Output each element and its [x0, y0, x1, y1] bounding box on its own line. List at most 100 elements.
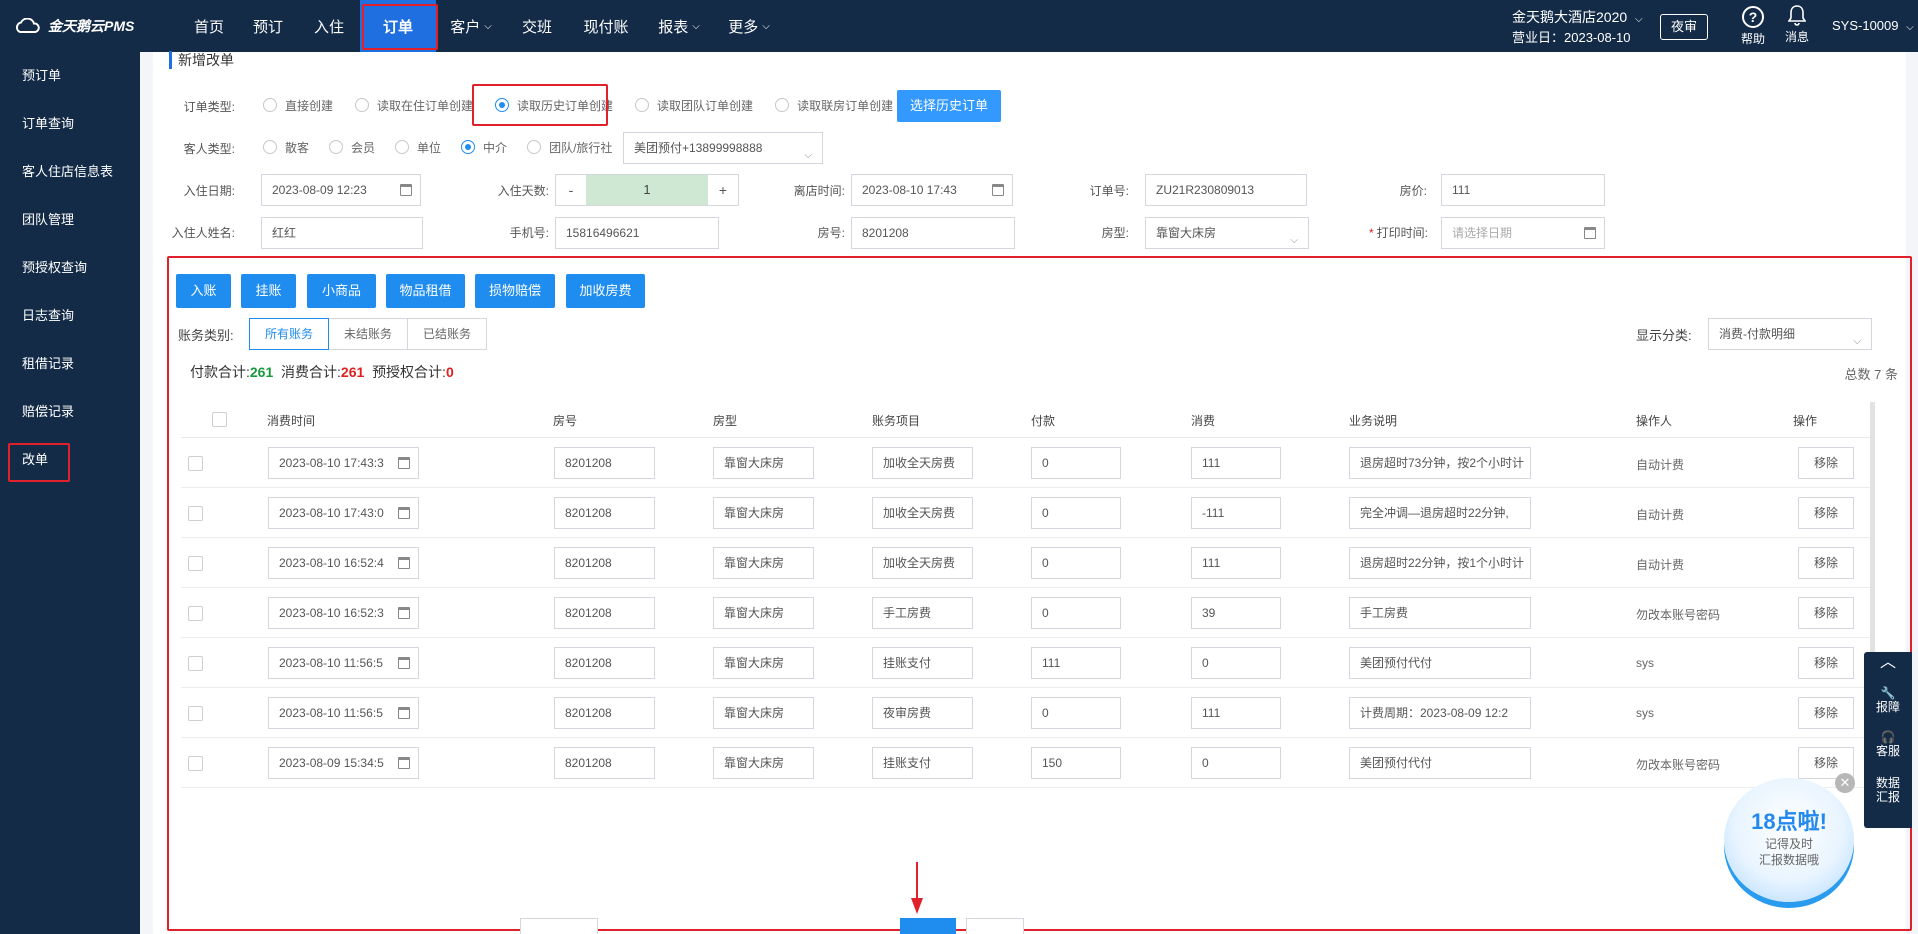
orderTypes-option-2[interactable]: 读取历史订单创建 [495, 97, 613, 114]
sidebar-item-5[interactable]: 日志查询 [0, 292, 140, 340]
nav-item-8[interactable]: 更多 ⌵ [714, 0, 784, 52]
sidebar-item-6[interactable]: 租借记录 [0, 340, 140, 388]
cell-item[interactable]: 加收全天房费 [872, 547, 973, 579]
data-report-button[interactable]: 数据汇报 [1864, 768, 1912, 812]
cell-item[interactable]: 挂账支付 [872, 747, 973, 779]
cell-room[interactable]: 8201208 [554, 747, 655, 779]
brand-logo[interactable]: 金天鹅云PMS [14, 16, 134, 36]
remove-button[interactable]: 移除 [1798, 447, 1854, 479]
cell-item[interactable]: 加收全天房费 [872, 497, 973, 529]
cell-item[interactable]: 加收全天房费 [872, 447, 973, 479]
cell-desc[interactable]: 退房超时73分钟，按2个小时计 [1349, 447, 1531, 479]
nav-item-6[interactable]: 现付账 [568, 0, 644, 52]
cell-pay[interactable]: 0 [1031, 447, 1121, 479]
cell-consume[interactable]: -111 [1191, 497, 1281, 529]
cell-desc[interactable]: 退房超时22分钟，按1个小时计 [1349, 547, 1531, 579]
nights-value[interactable]: 1 [586, 175, 708, 205]
cell-room[interactable]: 8201208 [554, 597, 655, 629]
cell-type[interactable]: 靠窗大床房 [713, 597, 814, 629]
cell-time[interactable]: 2023-08-10 17:43:0 [268, 497, 419, 529]
nav-item-0[interactable]: 首页 [180, 0, 238, 52]
cell-item[interactable]: 手工房费 [872, 597, 973, 629]
report-issue-button[interactable]: 🔧 报障 [1864, 680, 1912, 724]
orderTypes-option-0[interactable]: 直接创建 [263, 97, 333, 114]
footer-button-1[interactable] [520, 918, 598, 934]
remove-button[interactable]: 移除 [1798, 647, 1854, 679]
sidebar-item-4[interactable]: 预授权查询 [0, 244, 140, 292]
cell-time[interactable]: 2023-08-10 16:52:4 [268, 547, 419, 579]
remove-button[interactable]: 移除 [1798, 597, 1854, 629]
user-menu[interactable]: SYS-10009 ⌵ [1832, 18, 1914, 33]
cell-consume[interactable]: 0 [1191, 647, 1281, 679]
checkin-date-input[interactable]: 2023-08-09 12:23 [261, 174, 421, 206]
nav-item-5[interactable]: 交班 [506, 0, 568, 52]
nav-item-7[interactable]: 报表 ⌵ [644, 0, 714, 52]
toolbar-button-1[interactable]: 挂账 [241, 274, 296, 308]
cell-time[interactable]: 2023-08-09 15:34:5 [268, 747, 419, 779]
cell-consume[interactable]: 39 [1191, 597, 1281, 629]
cell-room[interactable]: 8201208 [554, 697, 655, 729]
guestTypes-option-0[interactable]: 散客 [263, 139, 309, 156]
cell-consume[interactable]: 111 [1191, 697, 1281, 729]
room-no-input[interactable]: 8201208 [851, 217, 1015, 249]
guestTypes-option-1[interactable]: 会员 [329, 139, 375, 156]
cell-time[interactable]: 2023-08-10 11:56:5 [268, 697, 419, 729]
guestTypes-option-2[interactable]: 单位 [395, 139, 441, 156]
sidebar-item-1[interactable]: 订单查询 [0, 100, 140, 148]
sidebar-item-2[interactable]: 客人住店信息表 [0, 148, 140, 196]
cell-desc[interactable]: 完全冲调—退房超时22分钟, [1349, 497, 1531, 529]
guestTypes-option-3[interactable]: 中介 [461, 139, 507, 156]
help-button[interactable]: ? 帮助 [1740, 6, 1766, 47]
category-tab-1[interactable]: 未结账务 [328, 318, 409, 350]
room-type-select[interactable]: 靠窗大床房 ⌵ [1145, 217, 1309, 249]
agency-select[interactable]: 美团预付+13899998888 ⌵ [623, 132, 823, 164]
customer-service-button[interactable]: 🎧 客服 [1864, 724, 1912, 768]
hotel-selector[interactable]: 金天鹅大酒店2020 ⌵ 营业日：2023-08-10 [1512, 8, 1643, 47]
cell-pay[interactable]: 0 [1031, 547, 1121, 579]
select-all-checkbox[interactable] [212, 412, 227, 427]
cell-desc[interactable]: 美团预付代付 [1349, 647, 1531, 679]
cancel-button[interactable] [966, 918, 1024, 934]
cell-type[interactable]: 靠窗大床房 [713, 447, 814, 479]
nights-plus-button[interactable]: + [708, 175, 738, 205]
display-category-select[interactable]: 消费-付款明细 ⌵ [1708, 318, 1872, 350]
toolbar-button-4[interactable]: 损物赔偿 [475, 274, 555, 308]
cell-desc[interactable]: 计费周期：2023-08-09 12:2 [1349, 697, 1531, 729]
close-icon[interactable]: ✕ [1835, 773, 1855, 793]
cell-type[interactable]: 靠窗大床房 [713, 647, 814, 679]
nights-minus-button[interactable]: - [556, 175, 586, 205]
sidebar-item-3[interactable]: 团队管理 [0, 196, 140, 244]
reminder-bubble[interactable]: 18点啦! 记得及时 汇报数据哦 [1724, 778, 1854, 902]
cell-pay[interactable]: 0 [1031, 597, 1121, 629]
cell-pay[interactable]: 0 [1031, 497, 1121, 529]
cell-pay[interactable]: 111 [1031, 647, 1121, 679]
cell-item[interactable]: 挂账支付 [872, 647, 973, 679]
cell-desc[interactable]: 美团预付代付 [1349, 747, 1531, 779]
row-checkbox[interactable] [188, 656, 203, 671]
cell-desc[interactable]: 手工房费 [1349, 597, 1531, 629]
cell-room[interactable]: 8201208 [554, 497, 655, 529]
checkout-time-input[interactable]: 2023-08-10 17:43 [851, 174, 1013, 206]
toolbar-button-2[interactable]: 小商品 [307, 274, 376, 308]
remove-button[interactable]: 移除 [1798, 697, 1854, 729]
category-tab-2[interactable]: 已结账务 [407, 318, 488, 350]
row-checkbox[interactable] [188, 756, 203, 771]
cell-time[interactable]: 2023-08-10 11:56:5 [268, 647, 419, 679]
select-history-order-button[interactable]: 选择历史订单 [897, 90, 1001, 122]
confirm-button[interactable] [900, 918, 956, 934]
sidebar-item-7[interactable]: 赔偿记录 [0, 388, 140, 436]
category-tab-0[interactable]: 所有账务 [249, 318, 330, 350]
nav-item-2[interactable]: 入住 [298, 0, 360, 52]
cell-time[interactable]: 2023-08-10 16:52:3 [268, 597, 419, 629]
row-checkbox[interactable] [188, 506, 203, 521]
sidebar-item-0[interactable]: 预订单 [0, 52, 140, 100]
cell-pay[interactable]: 150 [1031, 747, 1121, 779]
nav-item-4[interactable]: 客户 ⌵ [436, 0, 506, 52]
nav-item-3[interactable]: 订单 [360, 0, 436, 52]
toolbar-button-0[interactable]: 入账 [176, 274, 231, 308]
cell-type[interactable]: 靠窗大床房 [713, 547, 814, 579]
cell-room[interactable]: 8201208 [554, 647, 655, 679]
toolbar-button-3[interactable]: 物品租借 [386, 274, 465, 308]
remove-button[interactable]: 移除 [1798, 497, 1854, 529]
orderTypes-option-1[interactable]: 读取在住订单创建 [355, 97, 473, 114]
